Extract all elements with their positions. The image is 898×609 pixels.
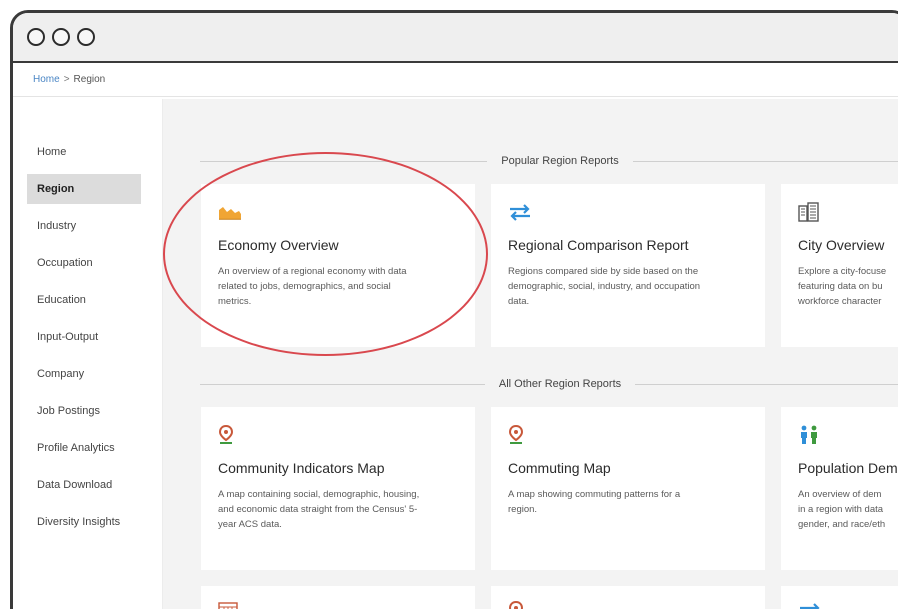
report-card-community-indicators-map[interactable]: Community Indicators Map A map containin…: [201, 407, 475, 570]
card-description-line: and economic data straight from the Cens…: [218, 504, 418, 515]
sidebar-item-profile-analytics[interactable]: Profile Analytics: [27, 433, 141, 463]
card-title: Economy Overview: [218, 237, 339, 253]
people-icon: [798, 424, 898, 446]
breadcrumb-separator: >: [63, 74, 70, 85]
card-title: Regional Comparison Report: [508, 237, 689, 253]
popular-reports-cards: Economy Overview An overview of a region…: [163, 184, 898, 347]
compare-arrows-icon: [508, 201, 748, 223]
map-pin-icon: [508, 600, 748, 609]
report-card-population-demographics[interactable]: Population Dem An overview of dem in a r…: [781, 407, 898, 570]
sidebar-item-job-postings[interactable]: Job Postings: [27, 396, 141, 426]
card-title: City Overview: [798, 237, 885, 253]
area-chart-icon: [218, 201, 458, 223]
calendar-grid-icon: [218, 600, 458, 609]
card-description-line: Regions compared side by side based on t…: [508, 266, 699, 277]
reports-main: Popular Region Reports Economy Overview …: [163, 99, 898, 609]
popular-reports-heading: Popular Region Reports: [200, 151, 898, 171]
window-control-dot[interactable]: [27, 28, 45, 46]
card-title: Commuting Map: [508, 460, 611, 476]
other-reports-cards: Community Indicators Map A map containin…: [163, 407, 898, 570]
sidebar-item-company[interactable]: Company: [27, 359, 141, 389]
other-reports-heading: All Other Region Reports: [200, 374, 898, 394]
sidebar-item-home[interactable]: Home: [27, 137, 141, 167]
card-description-line: featuring data on bu: [798, 281, 883, 292]
card-description-line: in a region with data: [798, 504, 884, 515]
breadcrumb: Home > Region: [13, 63, 898, 97]
sidebar-item-data-download[interactable]: Data Download: [27, 470, 141, 500]
card-description-line: region.: [508, 504, 538, 515]
card-description-line: metrics.: [218, 296, 252, 307]
report-card-city-overview[interactable]: City Overview Explore a city-focuse feat…: [781, 184, 898, 347]
compare-arrows-icon: [798, 600, 898, 609]
card-description-line: Explore a city-focuse: [798, 266, 887, 277]
card-title: Population Dem: [798, 460, 898, 476]
card-description-line: A map containing social, demographic, ho…: [218, 489, 420, 500]
card-description-line: An overview of a regional economy with d…: [218, 266, 407, 277]
report-card-commuting-map[interactable]: Commuting Map A map showing commuting pa…: [491, 407, 765, 570]
sidebar-item-education[interactable]: Education: [27, 285, 141, 315]
card-description-line: gender, and race/eth: [798, 519, 886, 530]
city-buildings-icon: [798, 201, 898, 223]
other-reports-heading-text: All Other Region Reports: [498, 378, 622, 390]
sidebar-item-occupation[interactable]: Occupation: [27, 248, 141, 278]
report-card-partial[interactable]: [781, 586, 898, 609]
card-title: Community Indicators Map: [218, 460, 385, 476]
card-description-line: An overview of dem: [798, 489, 882, 500]
window-control-dot[interactable]: [77, 28, 95, 46]
breadcrumb-current: Region: [73, 74, 106, 85]
card-description-line: A map showing commuting patterns for a: [508, 489, 681, 500]
map-pin-icon: [508, 424, 748, 446]
browser-window: Home > Region Home Region Industry Occup…: [10, 10, 898, 609]
more-reports-cards: [163, 586, 898, 609]
report-card-regional-comparison[interactable]: Regional Comparison Report Regions compa…: [491, 184, 765, 347]
report-card-partial[interactable]: [201, 586, 475, 609]
card-description-line: workforce character: [798, 296, 882, 307]
sidebar-nav: Home Region Industry Occupation Educatio…: [13, 99, 163, 609]
map-pin-icon: [218, 424, 458, 446]
card-description-line: related to jobs, demographics, and socia…: [218, 281, 391, 292]
popular-reports-heading-text: Popular Region Reports: [501, 155, 619, 167]
sidebar-item-diversity-insights[interactable]: Diversity Insights: [27, 507, 141, 537]
card-description-line: data.: [508, 296, 530, 307]
card-description-line: demographic, social, industry, and occup…: [508, 281, 701, 292]
breadcrumb-home-link[interactable]: Home: [33, 74, 60, 85]
window-titlebar: [13, 13, 898, 63]
card-description-line: year ACS data.: [218, 519, 282, 530]
window-control-dot[interactable]: [52, 28, 70, 46]
report-card-economy-overview[interactable]: Economy Overview An overview of a region…: [201, 184, 475, 347]
report-card-partial[interactable]: [491, 586, 765, 609]
sidebar-item-region[interactable]: Region: [27, 174, 141, 204]
sidebar-item-industry[interactable]: Industry: [27, 211, 141, 241]
sidebar-item-input-output[interactable]: Input-Output: [27, 322, 141, 352]
